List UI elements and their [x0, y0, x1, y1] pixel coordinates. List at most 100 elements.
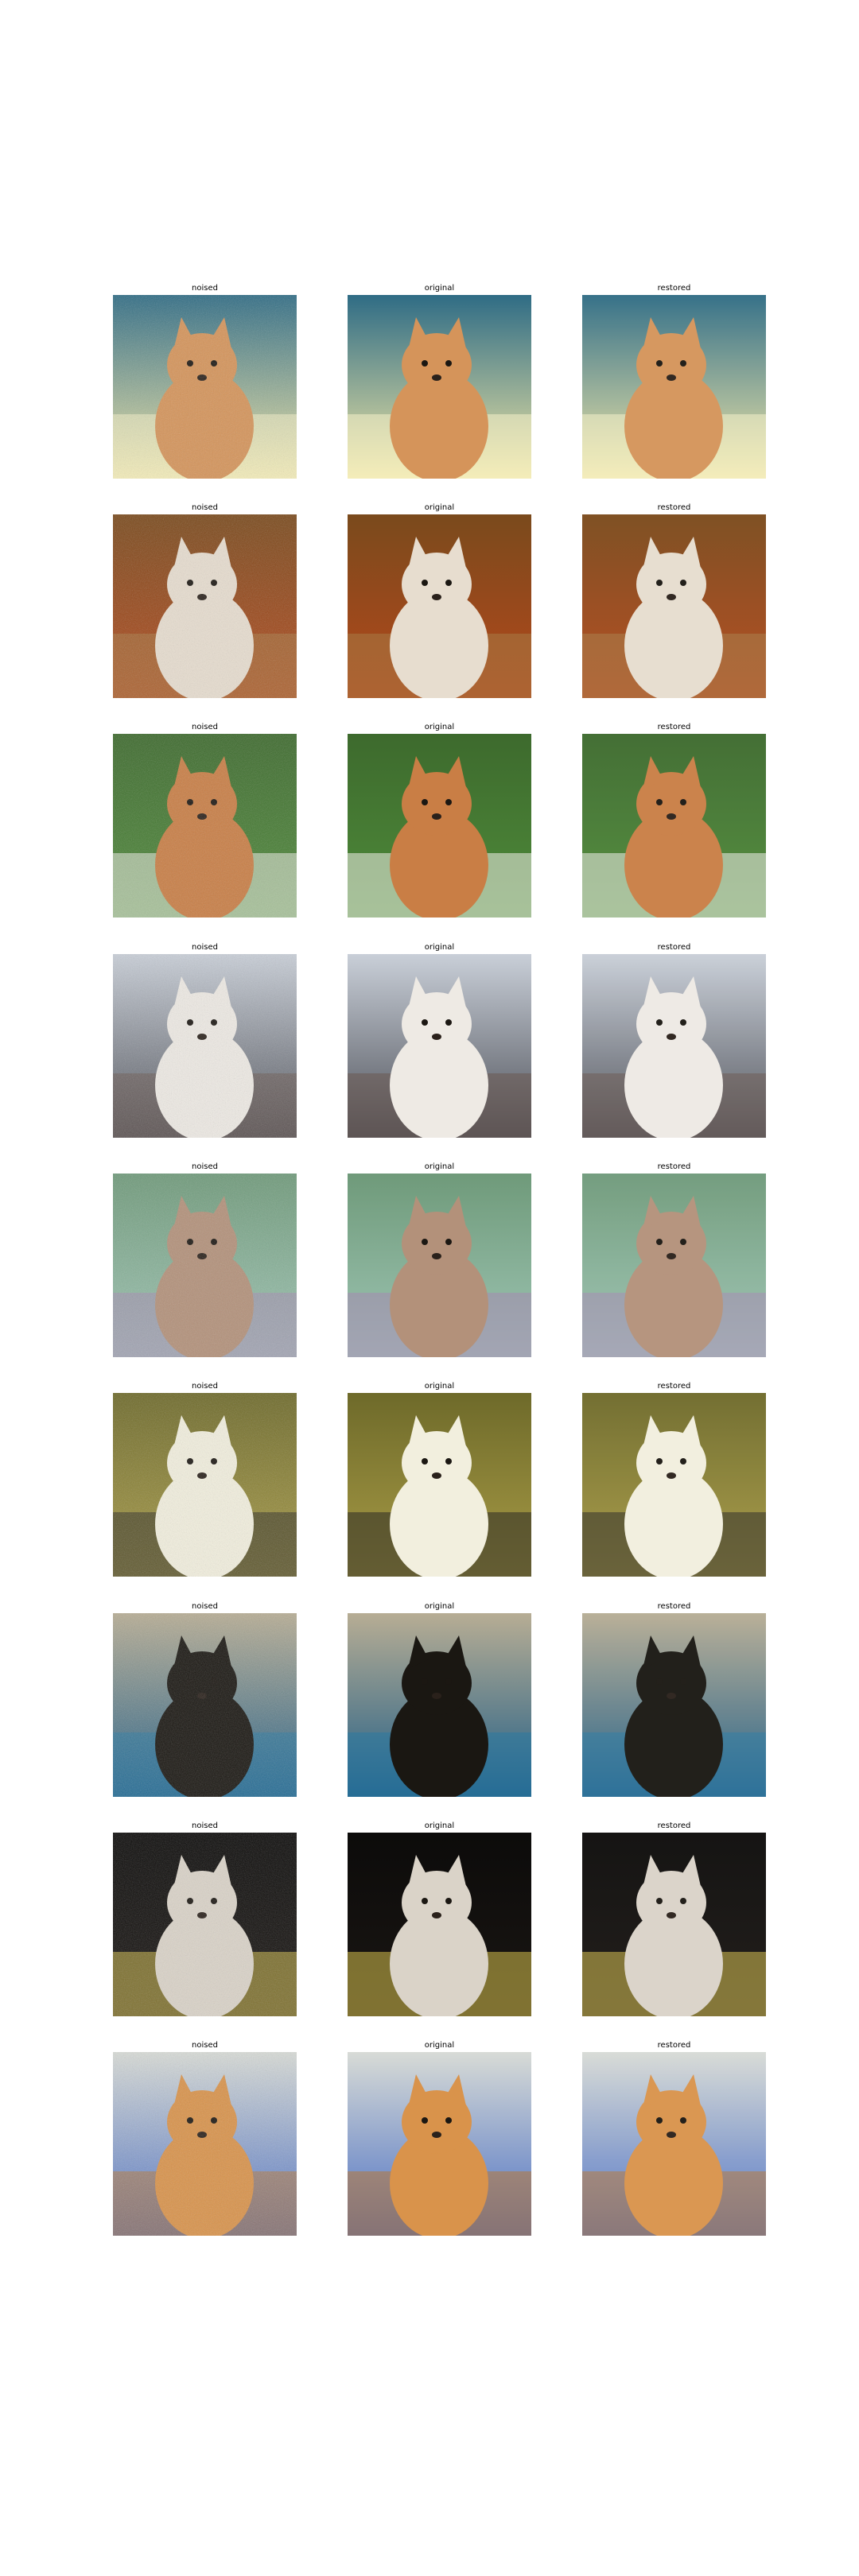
subject-eye-right	[445, 799, 452, 805]
dog-in-foliage-image	[348, 1174, 531, 1357]
orange-tabby-cat-photo	[113, 2052, 297, 2236]
image-panel-original: original	[348, 722, 531, 918]
orange-kitten-photo	[348, 295, 531, 479]
black-curly-dog-photo	[348, 1613, 531, 1797]
panel-title: noised	[192, 284, 218, 293]
subject-nose	[432, 594, 441, 600]
subject-nose	[432, 1034, 441, 1040]
panel-title: restored	[657, 503, 691, 512]
subject-eye-left	[422, 2117, 428, 2124]
subject-eye-right	[445, 1458, 452, 1465]
subject-eye-right	[445, 2117, 452, 2124]
orange-tabby-cat-photo	[348, 2052, 531, 2236]
long-hair-cat-image	[582, 514, 766, 698]
image-panel-original: original	[348, 942, 531, 1138]
dog-in-foliage-image	[582, 1174, 766, 1357]
shaggy-white-dog-photo	[113, 1833, 297, 2016]
panel-title: noised	[192, 723, 218, 731]
calico-cat-photo	[348, 1393, 531, 1577]
orange-kitten-image	[348, 295, 531, 479]
noise-overlay	[113, 954, 297, 1138]
panel-title: original	[424, 1382, 455, 1391]
restoration-haze	[582, 2052, 766, 2236]
calico-cat-image	[348, 1393, 531, 1577]
black-curly-dog-image	[348, 1613, 531, 1797]
subject-eye-left	[422, 1678, 428, 1685]
subject-nose	[432, 374, 441, 381]
calico-cat-photo	[113, 1393, 297, 1577]
image-panel-noised: noised	[113, 942, 297, 1138]
subject-eye-left	[422, 799, 428, 805]
orange-tabby-cat-image	[582, 2052, 766, 2236]
panel-title: noised	[192, 943, 218, 952]
panel-title: noised	[192, 1162, 218, 1171]
image-panel-noised: noised	[113, 1601, 297, 1797]
noise-overlay	[113, 1833, 297, 2016]
restoration-haze	[582, 1393, 766, 1577]
image-panel-noised: noised	[113, 283, 297, 479]
image-panel-restored: restored	[582, 2040, 766, 2236]
panel-title: restored	[657, 2041, 691, 2050]
panel-title: original	[424, 943, 455, 952]
panel-title: restored	[657, 284, 691, 293]
orange-kitten-image	[582, 295, 766, 479]
orange-tabby-cat-image	[113, 2052, 297, 2236]
orange-tabby-cat-photo	[582, 2052, 766, 2236]
long-hair-cat-photo	[348, 514, 531, 698]
orange-kitten-image	[113, 295, 297, 479]
subject-eye-right	[445, 1678, 452, 1685]
subject-nose	[432, 1912, 441, 1918]
dog-in-foliage-image	[113, 1174, 297, 1357]
black-curly-dog-image	[582, 1613, 766, 1797]
panel-title: restored	[657, 1382, 691, 1391]
shaggy-white-dog-photo	[582, 1833, 766, 2016]
corgi-in-grass-photo	[348, 734, 531, 918]
image-panel-restored: restored	[582, 722, 766, 918]
panel-title: restored	[657, 1821, 691, 1830]
panel-title: noised	[192, 1382, 218, 1391]
subject-eye-left	[422, 1898, 428, 1904]
image-panel-restored: restored	[582, 942, 766, 1138]
image-panel-noised: noised	[113, 2040, 297, 2236]
subject-eye-left	[422, 1019, 428, 1026]
panel-title: noised	[192, 1821, 218, 1830]
pug-closeup-photo	[348, 954, 531, 1138]
noise-overlay	[113, 1613, 297, 1797]
shaggy-white-dog-image	[348, 1833, 531, 2016]
panel-title: restored	[657, 943, 691, 952]
long-hair-cat-photo	[113, 514, 297, 698]
restoration-haze	[582, 1833, 766, 2016]
subject-eye-right	[445, 360, 452, 367]
black-curly-dog-photo	[582, 1613, 766, 1797]
restoration-haze	[582, 1174, 766, 1357]
panel-title: original	[424, 1821, 455, 1830]
orange-tabby-cat-image	[348, 2052, 531, 2236]
subject-nose	[432, 1472, 441, 1479]
subject-eye-left	[422, 360, 428, 367]
long-hair-cat-image	[113, 514, 297, 698]
corgi-in-grass-photo	[582, 734, 766, 918]
image-panel-original: original	[348, 283, 531, 479]
restoration-haze	[582, 1613, 766, 1797]
image-panel-restored: restored	[582, 502, 766, 698]
image-panel-noised: noised	[113, 722, 297, 918]
panel-title: original	[424, 284, 455, 293]
subject-eye-right	[445, 580, 452, 586]
noise-overlay	[113, 295, 297, 479]
image-panel-restored: restored	[582, 1162, 766, 1357]
pug-closeup-image	[113, 954, 297, 1138]
calico-cat-image	[113, 1393, 297, 1577]
corgi-in-grass-photo	[113, 734, 297, 918]
dog-in-foliage-photo	[582, 1174, 766, 1357]
subject-nose	[432, 2132, 441, 2138]
image-panel-noised: noised	[113, 1381, 297, 1577]
image-panel-restored: restored	[582, 1821, 766, 2016]
pug-closeup-photo	[582, 954, 766, 1138]
black-curly-dog-photo	[113, 1613, 297, 1797]
image-panel-noised: noised	[113, 1821, 297, 2016]
subject-nose	[432, 1253, 441, 1259]
subject-eye-left	[422, 1239, 428, 1245]
black-curly-dog-image	[113, 1613, 297, 1797]
image-panel-noised: noised	[113, 1162, 297, 1357]
image-panel-original: original	[348, 1381, 531, 1577]
